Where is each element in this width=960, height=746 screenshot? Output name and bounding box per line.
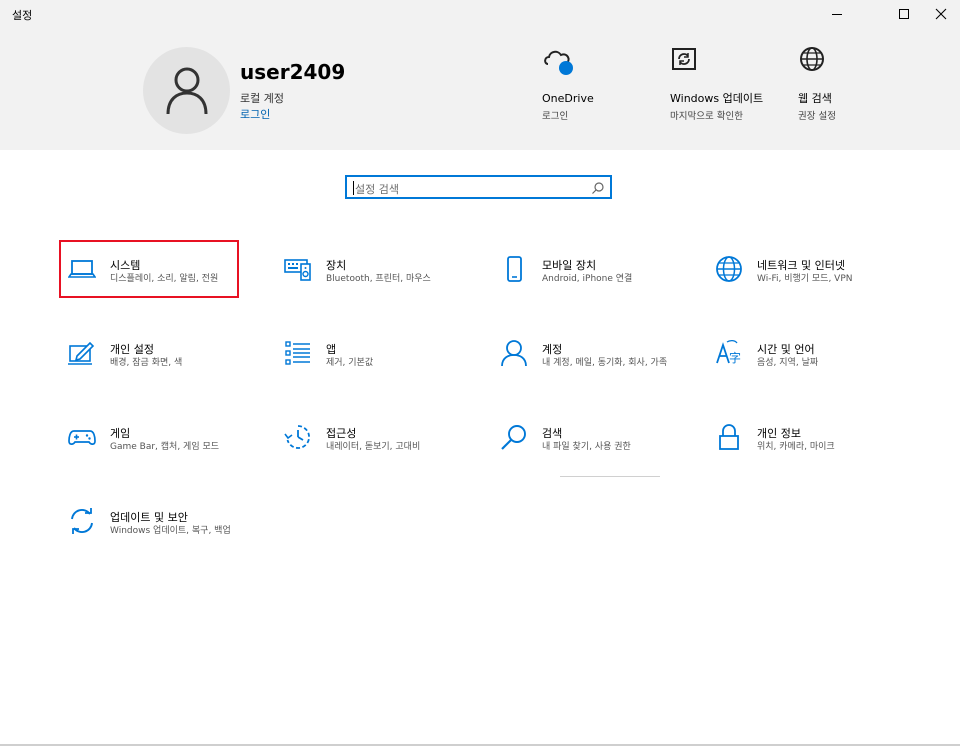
- tile-title: 개인 설정: [110, 343, 154, 356]
- header-item-web-search[interactable]: 웹 검색 권장 설정: [798, 44, 894, 122]
- keyboard-speaker-icon: [284, 259, 311, 281]
- tile-system[interactable]: 시스템 디스플레이, 소리, 알림, 전원: [62, 243, 262, 303]
- tile-subtitle: 내 계정, 메일, 동기화, 회사, 가족: [542, 358, 668, 368]
- onedrive-title: OneDrive: [542, 92, 594, 105]
- tile-subtitle: Bluetooth, 프린터, 마우스: [326, 274, 431, 284]
- maximize-icon: [899, 9, 909, 19]
- signin-link[interactable]: 로그인: [240, 106, 270, 122]
- tile-title: 업데이트 및 보안: [110, 511, 188, 524]
- settings-search-box[interactable]: 설정 검색: [345, 175, 612, 199]
- tile-subtitle: Windows 업데이트, 복구, 백업: [110, 526, 231, 536]
- account-type: 로컬 계정: [240, 92, 284, 105]
- tile-subtitle: 제거, 기본값: [326, 358, 374, 368]
- tile-subtitle: 위치, 카메라, 마이크: [757, 442, 835, 452]
- tile-title: 게임: [110, 427, 131, 440]
- onedrive-subtitle: 로그인: [542, 111, 569, 122]
- tile-devices[interactable]: 장치 Bluetooth, 프린터, 마우스: [278, 243, 478, 303]
- tile-title: 접근성: [326, 427, 357, 440]
- tile-search[interactable]: 검색 내 파일 찾기, 사용 권한: [494, 411, 694, 471]
- search-icon[interactable]: [591, 181, 605, 195]
- tile-title: 앱: [326, 343, 337, 356]
- tile-apps[interactable]: 앱 제거, 기본값: [278, 327, 478, 387]
- minimize-button[interactable]: [814, 0, 860, 28]
- onedrive-cloud-icon: [544, 50, 573, 75]
- tile-subtitle: 내 파일 찾기, 사용 권한: [542, 442, 631, 452]
- lock-icon: [719, 424, 739, 450]
- tile-title: 네트워크 및 인터넷: [757, 259, 845, 272]
- windows-update-icon: [672, 48, 696, 70]
- tile-privacy[interactable]: 개인 정보 위치, 카메라, 마이크: [709, 411, 909, 471]
- tile-subtitle: Android, iPhone 연결: [542, 274, 633, 284]
- avatar[interactable]: [143, 47, 230, 134]
- window-title: 설정: [12, 9, 33, 22]
- windows-update-subtitle: 마지막으로 확인한: [670, 111, 743, 122]
- language-icon: 字: [716, 339, 741, 365]
- tile-mobile-devices[interactable]: 모바일 장치 Android, iPhone 연결: [494, 243, 694, 303]
- tile-subtitle: 배경, 잠금 화면, 색: [110, 358, 183, 368]
- tile-title: 계정: [542, 343, 563, 356]
- tile-subtitle: 내레이터, 돋보기, 고대비: [326, 442, 421, 452]
- person-icon: [501, 340, 527, 367]
- app-list-icon: [285, 341, 310, 365]
- tile-gaming[interactable]: 게임 Game Bar, 캡처, 게임 모드: [62, 411, 262, 471]
- phone-icon: [507, 256, 522, 282]
- tile-accounts[interactable]: 계정 내 계정, 메일, 동기화, 회사, 가족: [494, 327, 694, 387]
- account-header: user2409 로컬 계정 로그인 OneDrive 로그인 Windows …: [0, 30, 960, 150]
- title-bar: 설정: [0, 0, 960, 30]
- laptop-icon: [68, 260, 96, 278]
- windows-update-title: Windows 업데이트: [670, 92, 764, 105]
- minimize-icon: [832, 14, 842, 15]
- tile-title: 검색: [542, 427, 563, 440]
- gamepad-icon: [68, 430, 96, 445]
- web-search-title: 웹 검색: [798, 92, 832, 105]
- header-item-onedrive[interactable]: OneDrive 로그인: [542, 44, 638, 122]
- tile-title: 장치: [326, 259, 347, 272]
- svg-text:字: 字: [729, 350, 741, 365]
- close-button[interactable]: [918, 0, 960, 28]
- tile-title: 모바일 장치: [542, 259, 597, 272]
- tile-ease-of-access[interactable]: 접근성 내레이터, 돋보기, 고대비: [278, 411, 478, 471]
- tile-subtitle: Wi-Fi, 비행기 모드, VPN: [757, 274, 853, 284]
- paint-pen-icon: [68, 341, 95, 365]
- text-caret: [353, 181, 354, 195]
- globe-icon: [716, 256, 742, 282]
- ease-of-access-icon: [284, 425, 310, 449]
- close-icon: [935, 8, 947, 20]
- tile-subtitle: 디스플레이, 소리, 알림, 전원: [110, 274, 219, 284]
- tile-personalization[interactable]: 개인 설정 배경, 잠금 화면, 색: [62, 327, 262, 387]
- tile-network-internet[interactable]: 네트워크 및 인터넷 Wi-Fi, 비행기 모드, VPN: [709, 243, 909, 303]
- tile-title: 시스템: [110, 259, 141, 272]
- tile-time-language[interactable]: 字 시간 및 언어 음성, 지역, 날짜: [709, 327, 909, 387]
- tile-update-security[interactable]: 업데이트 및 보안 Windows 업데이트, 복구, 백업: [62, 495, 262, 555]
- divider: [560, 476, 660, 477]
- search-placeholder: 설정 검색: [355, 183, 399, 196]
- web-search-subtitle: 권장 설정: [798, 111, 836, 122]
- person-icon: [166, 67, 207, 114]
- header-item-windows-update[interactable]: Windows 업데이트 마지막으로 확인한: [670, 44, 766, 122]
- search-icon: [501, 425, 526, 450]
- tile-title: 개인 정보: [757, 427, 801, 440]
- username: user2409: [240, 60, 346, 84]
- tile-subtitle: 음성, 지역, 날짜: [757, 358, 819, 368]
- globe-icon: [800, 47, 824, 71]
- tile-subtitle: Game Bar, 캡처, 게임 모드: [110, 442, 220, 452]
- sync-arrows-icon: [71, 508, 93, 534]
- tile-title: 시간 및 언어: [757, 343, 815, 356]
